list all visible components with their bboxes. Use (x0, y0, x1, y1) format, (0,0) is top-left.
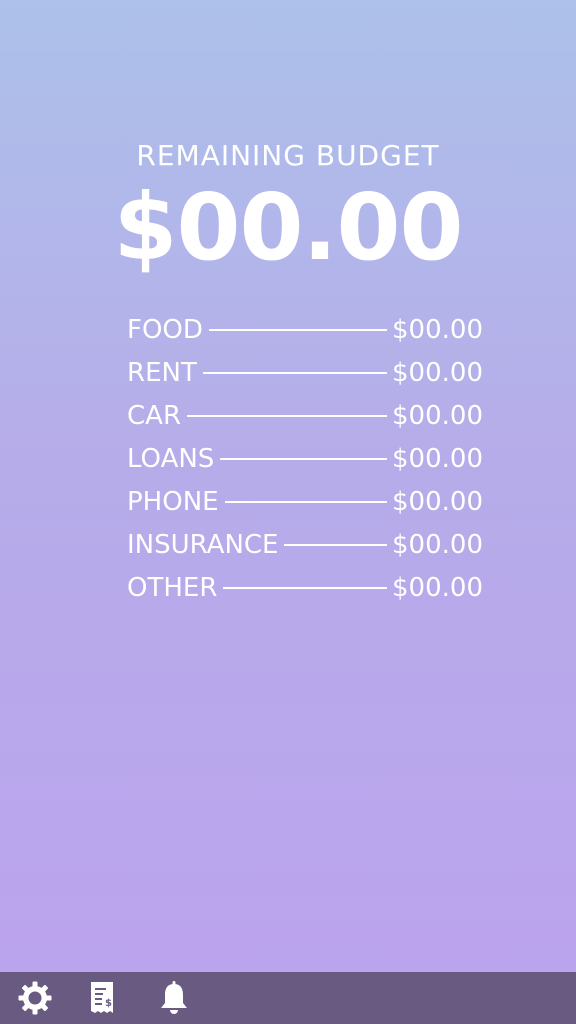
bell-icon (161, 981, 187, 1014)
category-value: $00.00 (392, 314, 483, 345)
category-value: $00.00 (392, 400, 483, 431)
category-label: OTHER (127, 572, 218, 603)
remaining-budget-amount: $00.00 (113, 174, 463, 281)
settings-button[interactable] (17, 980, 53, 1016)
leader-line (223, 586, 388, 589)
category-value: $00.00 (392, 486, 483, 517)
category-row-other[interactable]: OTHER $00.00 (127, 566, 483, 609)
category-row-car[interactable]: CAR $00.00 (127, 394, 483, 437)
category-row-food[interactable]: FOOD $00.00 (127, 308, 483, 351)
leader-line (224, 500, 388, 503)
category-value: $00.00 (392, 572, 483, 603)
gear-icon (18, 981, 52, 1015)
category-label: CAR (127, 400, 182, 431)
leader-line (208, 328, 388, 331)
category-value: $00.00 (392, 443, 483, 474)
category-value: $00.00 (392, 357, 483, 388)
bottom-tab-bar: $ (0, 972, 576, 1024)
category-row-phone[interactable]: PHONE $00.00 (127, 480, 483, 523)
category-row-rent[interactable]: RENT $00.00 (127, 351, 483, 394)
category-row-loans[interactable]: LOANS $00.00 (127, 437, 483, 480)
category-list: FOOD $00.00 RENT $00.00 CAR $00.00 LOANS… (127, 308, 483, 609)
leader-line (284, 543, 388, 546)
svg-text:$: $ (105, 998, 112, 1009)
leader-line (220, 457, 388, 460)
category-label: PHONE (127, 486, 219, 517)
category-label: LOANS (127, 443, 215, 474)
expenses-button[interactable]: $ (84, 980, 120, 1016)
remaining-budget-header: REMAINING BUDGET $00.00 (0, 138, 576, 278)
receipt-icon: $ (91, 982, 113, 1013)
category-row-insurance[interactable]: INSURANCE $00.00 (127, 523, 483, 566)
category-value: $00.00 (392, 529, 483, 560)
category-label: FOOD (127, 314, 203, 345)
category-label: RENT (127, 357, 197, 388)
leader-line (187, 414, 388, 417)
category-label: INSURANCE (127, 529, 279, 560)
notifications-button[interactable] (156, 980, 192, 1016)
leader-line (202, 371, 388, 374)
remaining-budget-title: REMAINING BUDGET (136, 139, 440, 172)
